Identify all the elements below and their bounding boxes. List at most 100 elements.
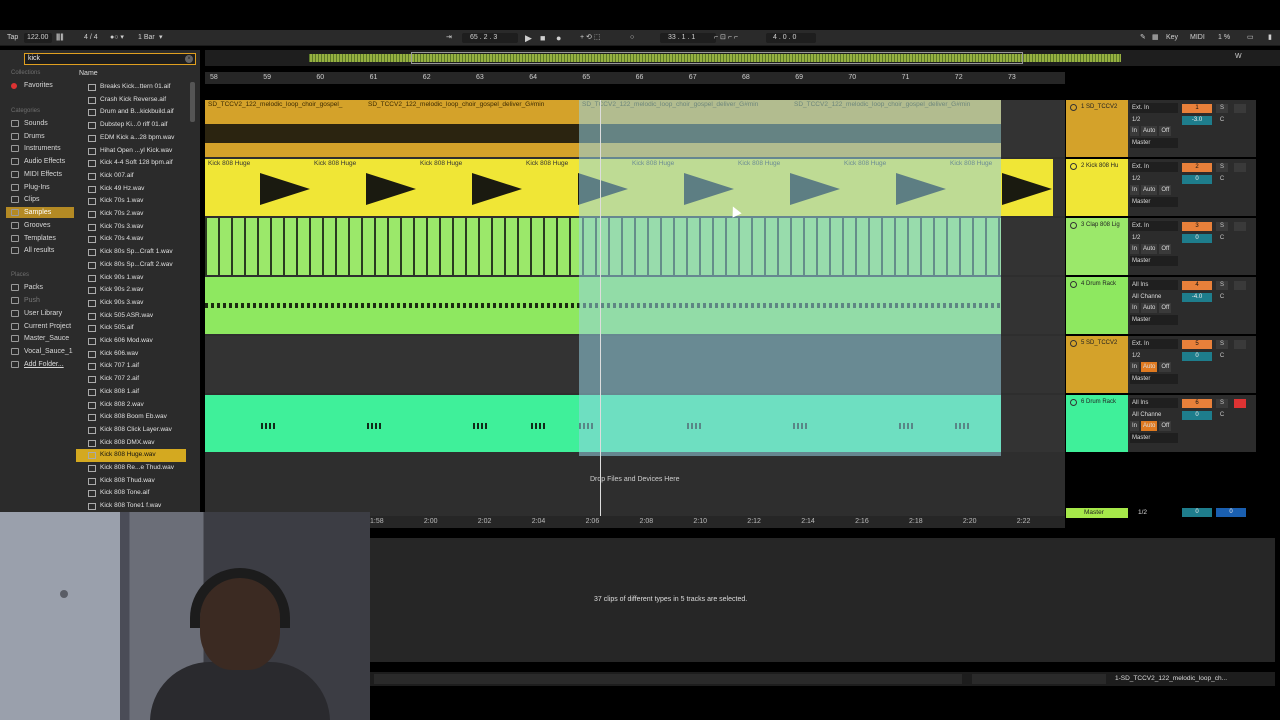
track-activator-icon[interactable] — [1070, 163, 1077, 170]
input-channel-select[interactable]: 1/2 — [1130, 115, 1178, 125]
clear-search-icon[interactable]: × — [185, 55, 193, 63]
input-type-select[interactable]: All Ins — [1130, 398, 1178, 408]
audio-clip[interactable]: Kick 808 Huge — [841, 159, 947, 216]
file-list-item[interactable]: Kick 505.aif — [76, 322, 186, 335]
audio-clip[interactable]: SD_TCCV2_122_melodic_loop_choir_gospel_d… — [791, 100, 1001, 157]
loop-length[interactable]: 4 . 0 . 0 — [773, 33, 796, 43]
midi-note[interactable] — [955, 423, 969, 429]
track-lane-6[interactable] — [205, 395, 1065, 452]
input-type-select[interactable]: Ext. In — [1130, 221, 1178, 231]
track-volume[interactable]: 0 — [1182, 411, 1212, 420]
audio-clip[interactable]: Kick 808 Huge — [735, 159, 841, 216]
file-list-item[interactable]: Kick 90s 2.wav — [76, 284, 186, 297]
audio-clip[interactable]: SD_TCCV2_122_melodic_loop_choir_gospel_ — [205, 100, 365, 157]
file-list-scrollbar[interactable] — [190, 82, 195, 122]
sidebar-item-favorites[interactable]: Favorites — [6, 80, 74, 91]
midi-note[interactable] — [687, 423, 701, 429]
monitor-off-button[interactable]: Off — [1159, 421, 1172, 431]
arm-button[interactable] — [1234, 399, 1246, 408]
play-icon[interactable]: ▶ — [525, 33, 532, 43]
solo-button[interactable]: S — [1216, 399, 1228, 408]
solo-button[interactable]: S — [1216, 340, 1228, 349]
track-volume[interactable]: 0 — [1182, 352, 1212, 361]
track-activator[interactable]: 6 — [1182, 399, 1212, 408]
arm-button[interactable] — [1234, 104, 1246, 113]
arrangement-overview[interactable]: W — [205, 50, 1280, 66]
sidebar-item-templates[interactable]: Templates — [6, 233, 74, 244]
audio-clip[interactable] — [205, 218, 1001, 275]
track-title[interactable]: 3 Clap 808 Lig — [1066, 218, 1128, 275]
output-select[interactable]: Master — [1130, 432, 1178, 443]
track-title[interactable]: 6 Drum Rack — [1066, 395, 1128, 452]
track-title[interactable]: 1 SD_TCCV2 — [1066, 100, 1128, 157]
follow-icon[interactable]: ⇥ — [446, 33, 452, 43]
output-select[interactable]: Master — [1130, 255, 1178, 266]
output-select[interactable]: Master — [1130, 314, 1178, 325]
solo-button[interactable]: S — [1216, 281, 1228, 290]
midi-note[interactable] — [899, 423, 913, 429]
sidebar-item-audio-effects[interactable]: Audio Effects — [6, 156, 74, 167]
monitor-off-button[interactable]: Off — [1159, 185, 1172, 195]
time-signature[interactable]: 4 / 4 — [84, 33, 98, 43]
track-header[interactable]: 3 Clap 808 Lig Ext. In 1/2 In Auto Off Master 3… — [1066, 218, 1256, 275]
track-pan[interactable]: C — [1216, 234, 1228, 243]
file-list-item[interactable]: Kick 505 ASR.wav — [76, 310, 186, 323]
solo-button[interactable]: S — [1216, 104, 1228, 113]
file-list-item[interactable]: Kick 70s 4.wav — [76, 233, 186, 246]
track-pan[interactable]: C — [1216, 352, 1228, 361]
audio-clip[interactable]: Kick 808 Huge — [947, 159, 1053, 216]
track-header[interactable]: 5 SD_TCCV2 Ext. In 1/2 In Auto Off Master 5 0 S C — [1066, 336, 1256, 393]
file-list-item[interactable]: Kick 4-4 Soft 128 bpm.aif — [76, 157, 186, 170]
file-list-item[interactable]: Kick 49 Hz.wav — [76, 183, 186, 196]
file-list-item[interactable]: Kick 808 Huge.wav — [76, 449, 186, 462]
track-lane-2[interactable]: Kick 808 Huge Kick 808 Huge Kick 808 Huge K… — [205, 159, 1065, 216]
file-list-item[interactable]: Kick 70s 3.wav — [76, 221, 186, 234]
time-ruler[interactable]: 1:58 2:00 2:02 2:04 2:06 2:08 2:10 2:12 2:14 2:16… — [370, 516, 1065, 528]
arm-button[interactable] — [1234, 222, 1246, 231]
input-type-select[interactable]: Ext. In — [1130, 103, 1178, 113]
sidebar-item-drums[interactable]: Drums — [6, 131, 74, 142]
midi-note[interactable] — [473, 423, 487, 429]
midi-note[interactable] — [793, 423, 807, 429]
midi-note[interactable] — [261, 423, 275, 429]
track-pan[interactable]: C — [1216, 411, 1228, 420]
sidebar-item-clips[interactable]: Clips — [6, 194, 74, 205]
audio-clip[interactable]: Kick 808 Huge — [311, 159, 417, 216]
track-activator-icon[interactable] — [1070, 222, 1077, 229]
tempo-field[interactable]: 122.00 — [27, 33, 48, 43]
sidebar-item-push[interactable]: Push — [6, 295, 74, 306]
loop-start[interactable]: 33 . 1 . 1 — [668, 33, 695, 43]
file-list-item[interactable]: Kick 808 1.aif — [76, 386, 186, 399]
arm-button[interactable] — [1234, 281, 1246, 290]
file-list-item[interactable]: Kick 606 Mod.wav — [76, 335, 186, 348]
sidebar-item-current-project[interactable]: Current Project — [6, 321, 74, 332]
file-list-item[interactable]: Kick 90s 3.wav — [76, 297, 186, 310]
song-position[interactable]: 65 . 2 . 3 — [470, 33, 497, 43]
monitor-auto-button[interactable]: Auto — [1141, 244, 1158, 254]
track-activator-icon[interactable] — [1070, 281, 1077, 288]
track-activator-icon[interactable] — [1070, 399, 1077, 406]
quantize-select[interactable]: 1 Bar — [138, 33, 155, 43]
sidebar-item-grooves[interactable]: Grooves — [6, 220, 74, 231]
sidebar-item-all-results[interactable]: All results — [6, 245, 74, 256]
file-list-item[interactable]: EDM Kick a...28 bpm.wav — [76, 132, 186, 145]
input-type-select[interactable]: All Ins — [1130, 280, 1178, 290]
track-lane-5[interactable] — [205, 336, 1065, 393]
monitor-auto-button[interactable]: Auto — [1141, 421, 1158, 431]
record-quantize-icon[interactable]: ●○ ▾ — [110, 33, 124, 43]
midi-clip[interactable] — [205, 277, 1001, 334]
track-activator[interactable]: 1 — [1182, 104, 1212, 113]
monitor-in-button[interactable]: In — [1130, 421, 1140, 431]
audio-clip[interactable]: Kick 808 Huge — [417, 159, 523, 216]
master-volume[interactable]: 0 — [1182, 508, 1212, 517]
file-list-item[interactable]: Kick 808 Click Layer.wav — [76, 424, 186, 437]
track-lane-1[interactable]: SD_TCCV2_122_melodic_loop_choir_gospel_ … — [205, 100, 1065, 157]
monitor-off-button[interactable]: Off — [1159, 244, 1172, 254]
metronome-icon[interactable]: |||| ||| — [56, 33, 64, 43]
master-track-title[interactable]: Master — [1066, 508, 1128, 518]
track-activator[interactable]: 4 — [1182, 281, 1212, 290]
file-list-item[interactable]: Kick 808 2.wav — [76, 399, 186, 412]
file-list-item[interactable]: Kick 707 2.aif — [76, 373, 186, 386]
master-output-channel[interactable]: 1/2 — [1138, 509, 1147, 516]
file-list-item[interactable]: Kick 808 Thud.wav — [76, 475, 186, 488]
